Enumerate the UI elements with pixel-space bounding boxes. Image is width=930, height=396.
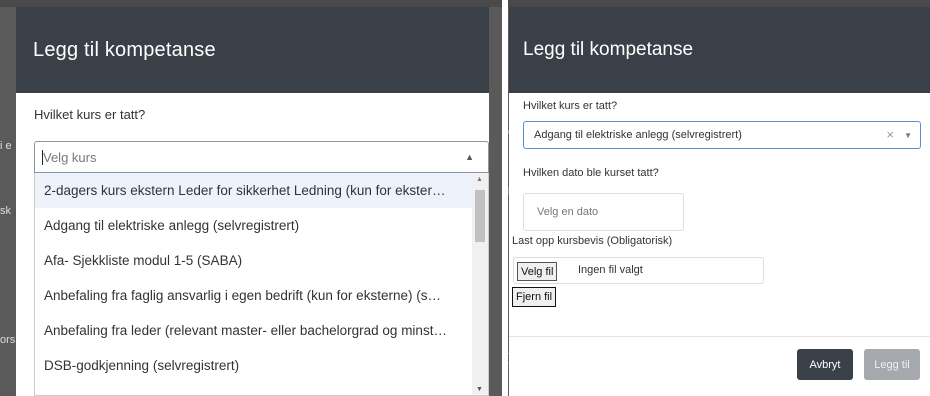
modal-footer-divider: [509, 336, 930, 337]
file-input[interactable]: Velg fil Ingen fil valgt: [513, 257, 764, 284]
dropdown-option[interactable]: Anbefaling fra faglig ansvarlig i egen b…: [35, 278, 473, 313]
modal-title: Legg til kompetanse: [33, 38, 216, 61]
dropdown-option[interactable]: Anbefaling fra leder (relevant master- e…: [35, 313, 473, 348]
upload-label: Last opp kursbevis (Obligatorisk): [512, 235, 673, 247]
background-text-fragment: sk: [0, 205, 11, 217]
chevron-down-icon[interactable]: ▼: [904, 131, 912, 140]
add-competence-modal: Legg til kompetanse Hvilket kurs er tatt…: [16, 7, 489, 396]
modal-header: Legg til kompetanse: [509, 7, 930, 93]
course-select[interactable]: Adgang til elektriske anlegg (selvregist…: [523, 121, 921, 149]
dropdown-option[interactable]: DSB-godkjenning (selvregistrert): [35, 348, 473, 383]
right-screen: e k ) Legg til kompetanse Hvilket kurs e…: [508, 0, 930, 396]
left-screen: i e sk orsk Legg til kompetanse Hvilket …: [0, 0, 502, 396]
background-overlay: [508, 0, 930, 7]
dropdown-option[interactable]: Afa- Sjekkliste modul 1-5 (SABA): [35, 243, 473, 278]
date-label: Hvilken dato ble kurset tatt?: [523, 167, 659, 179]
close-icon[interactable]: ×: [886, 127, 894, 142]
dropdown-option[interactable]: 2-dagers kurs ekstern Leder for sikkerhe…: [35, 173, 473, 208]
remove-file-button[interactable]: Fjern fil: [512, 287, 557, 307]
scrollbar-thumb[interactable]: [475, 190, 485, 242]
course-select[interactable]: Velg kurs ▲: [34, 141, 489, 173]
date-input[interactable]: Velg en dato: [523, 193, 684, 231]
background-text-fragment: i e: [0, 140, 12, 152]
course-placeholder: Velg kurs: [43, 150, 97, 165]
date-placeholder: Velg en dato: [537, 206, 599, 218]
choose-file-button[interactable]: Velg fil: [517, 262, 558, 281]
course-selected-value: Adgang til elektriske anlegg (selvregist…: [534, 129, 742, 141]
dropdown-option[interactable]: Adgang til elektriske anlegg (selvregist…: [35, 208, 473, 243]
dropdown-scrollbar[interactable]: ▲ ▼: [472, 173, 488, 395]
chevron-up-icon[interactable]: ▲: [465, 152, 474, 162]
course-label: Hvilket kurs er tatt?: [523, 100, 618, 112]
scroll-down-icon[interactable]: ▼: [476, 386, 483, 393]
course-dropdown-list[interactable]: 2-dagers kurs ekstern Leder for sikkerhe…: [34, 173, 489, 396]
modal-header: Legg til kompetanse: [16, 7, 489, 93]
modal-title: Legg til kompetanse: [523, 39, 694, 60]
scroll-up-icon[interactable]: ▲: [476, 176, 483, 183]
add-button[interactable]: Legg til: [864, 349, 920, 380]
background-overlay: [0, 0, 502, 7]
course-label: Hvilket kurs er tatt?: [34, 107, 146, 122]
file-status: Ingen fil valgt: [578, 264, 643, 276]
add-competence-modal: Legg til kompetanse Hvilket kurs er tatt…: [509, 7, 930, 396]
cancel-button[interactable]: Avbryt: [797, 349, 853, 380]
